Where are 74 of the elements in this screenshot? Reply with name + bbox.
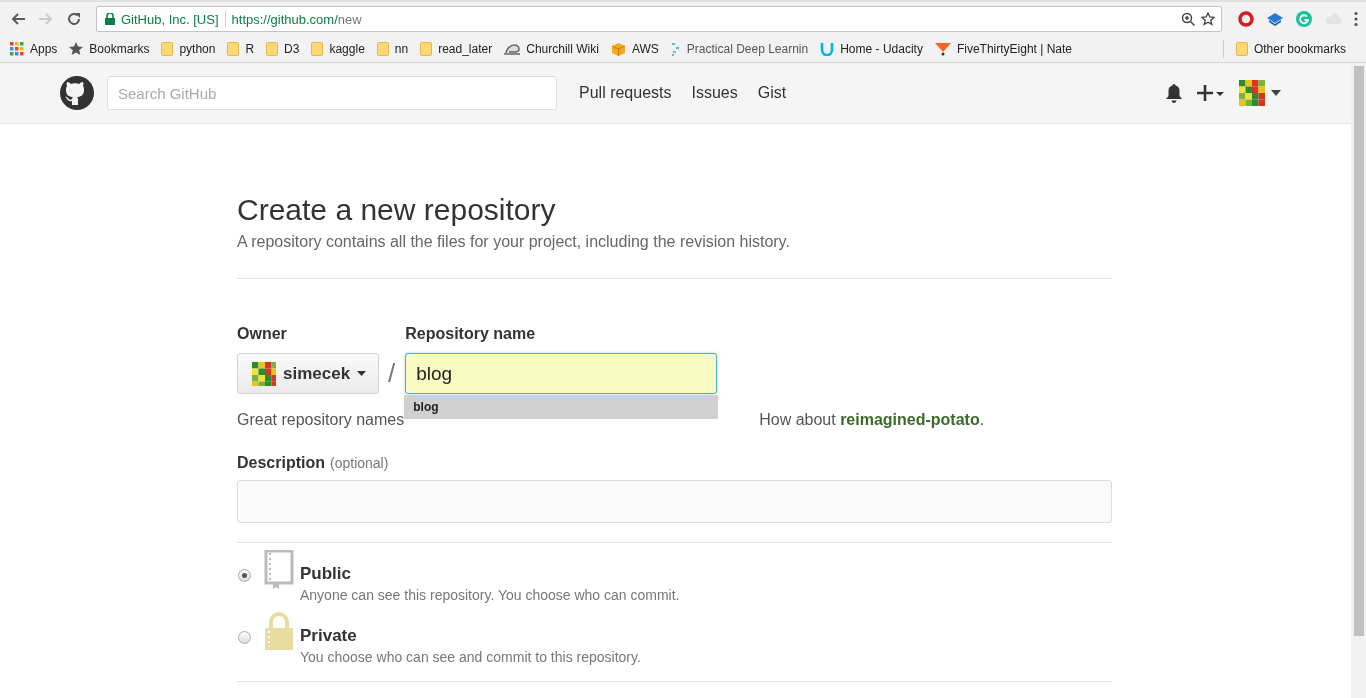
reload-icon[interactable] [66, 11, 82, 27]
description-field[interactable] [237, 480, 1112, 523]
folder-icon [161, 42, 174, 56]
option-label: Public [300, 563, 352, 585]
apps-icon [10, 42, 24, 56]
security-label: GitHub, Inc. [US] [121, 11, 219, 27]
folder-icon [1235, 42, 1248, 56]
address-bar[interactable]: GitHub, Inc. [US] https://github.com/new [96, 6, 1222, 32]
bookmark[interactable]: FiveThirtyEight | Nate [934, 42, 1073, 56]
bookmark[interactable]: Practical Deep Learnin [670, 41, 809, 57]
caret-icon[interactable] [1271, 90, 1281, 96]
cat-logo-icon[interactable] [60, 76, 94, 110]
folder-icon [420, 42, 433, 56]
zoom-icon[interactable] [1181, 12, 1195, 26]
ring-icon[interactable] [1238, 11, 1254, 27]
plus-dropdown-icon[interactable] [1197, 84, 1225, 102]
option-description: Anyone can see this repository. You choose who can commit. [300, 587, 680, 603]
radio-button[interactable] [238, 631, 251, 644]
folder-icon [311, 42, 324, 56]
diamond-icon[interactable] [1266, 12, 1284, 26]
option-label: Private [300, 625, 358, 647]
owner-dropdown[interactable]: simecek [237, 353, 379, 394]
scrollbar[interactable] [1351, 63, 1366, 698]
bookmark[interactable]: Churchill Wiki [504, 42, 599, 56]
repository-name-field[interactable]: blog [405, 353, 718, 394]
padlock-icon [263, 612, 295, 652]
back-icon[interactable] [10, 11, 26, 27]
bookmark[interactable]: nn [376, 42, 409, 56]
bookmark[interactable]: Home - Udacity [820, 42, 923, 56]
lock-icon [105, 13, 115, 25]
folder-icon [376, 42, 389, 56]
url-text: https://github.com/new [231, 11, 362, 27]
star-icon [69, 42, 84, 56]
page-subtitle: A repository contains all the files for your project, including the revision history. [237, 232, 791, 252]
u-shape-icon [820, 42, 835, 56]
field-label: Description [237, 454, 325, 472]
bookmark[interactable]: Apps [10, 42, 58, 56]
avatar-icon [252, 361, 276, 386]
bookmark[interactable]: read_later [420, 42, 493, 56]
dots-icon [670, 41, 681, 57]
bookmark[interactable]: Bookmarks [69, 42, 150, 56]
bookmark[interactable]: R [227, 42, 255, 56]
option-description: You choose who can see and commit to this repository. [300, 649, 641, 665]
bookmark[interactable]: D3 [266, 42, 300, 56]
star-icon[interactable] [1201, 12, 1215, 26]
bookmark[interactable]: Other bookmarks [1235, 42, 1346, 56]
nav-link[interactable]: Pull requests [579, 84, 672, 102]
hint-text: How about reimagined-potato. [759, 410, 985, 430]
menu-icon[interactable] [1354, 11, 1358, 27]
field-label: Owner [237, 325, 288, 343]
triangle-icon [934, 42, 951, 56]
folder-icon [227, 42, 240, 56]
bookmark[interactable]: AWS [610, 41, 659, 57]
suggestion-link[interactable]: reimagined-potato [840, 411, 980, 428]
slash-separator: / [388, 357, 396, 390]
scroll-thumb[interactable] [1353, 66, 1364, 636]
field-label: Repository name [405, 325, 537, 343]
box-icon [610, 41, 626, 57]
nav-link[interactable]: Gist [757, 84, 787, 102]
optional-note: (optional) [330, 455, 389, 471]
avatar-icon[interactable] [1239, 80, 1265, 106]
bookmark[interactable]: python [161, 42, 216, 56]
folder-icon [266, 42, 279, 56]
autocomplete-option[interactable]: blog [404, 395, 719, 419]
search-field[interactable]: Search GitHub [107, 76, 557, 110]
hint-text: Great repository names [237, 410, 405, 430]
nav-link[interactable]: Issues [691, 84, 738, 102]
radio-button[interactable] [238, 569, 251, 582]
cloud-icon [504, 42, 521, 56]
book-icon [263, 550, 295, 590]
caret-icon [357, 371, 367, 376]
bookmark[interactable]: kaggle [311, 42, 365, 56]
bell-icon[interactable] [1165, 83, 1183, 103]
page-title: Create a new repository [237, 192, 557, 228]
